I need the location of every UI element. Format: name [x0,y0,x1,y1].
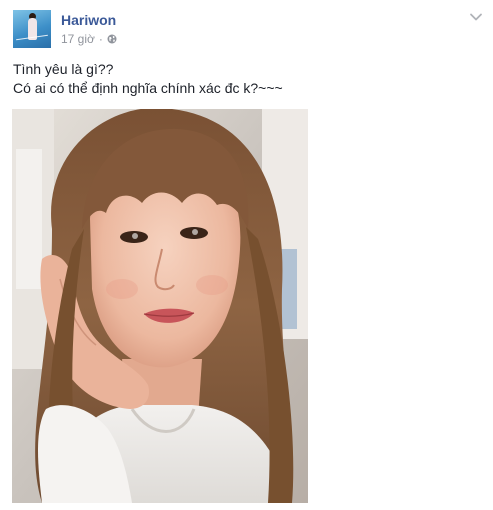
selfie-photo [12,109,308,503]
facebook-post: Hariwon 17 giờ · Tình yêu là gì?? Có ai … [0,0,493,510]
post-meta: 17 giờ · [61,32,117,46]
post-photo[interactable] [12,109,308,503]
post-text-line-2: Có ai có thể định nghĩa chính xác đc k?~… [13,80,283,96]
chevron-down-icon[interactable] [469,12,483,22]
globe-icon[interactable] [107,34,117,44]
post-text: Tình yêu là gì?? Có ai có thể định nghĩa… [13,60,283,98]
post-timestamp[interactable]: 17 giờ [61,32,95,46]
author-name[interactable]: Hariwon [61,12,116,28]
avatar[interactable] [13,10,51,48]
post-text-line-1: Tình yêu là gì?? [13,61,114,77]
meta-separator: · [98,32,103,46]
